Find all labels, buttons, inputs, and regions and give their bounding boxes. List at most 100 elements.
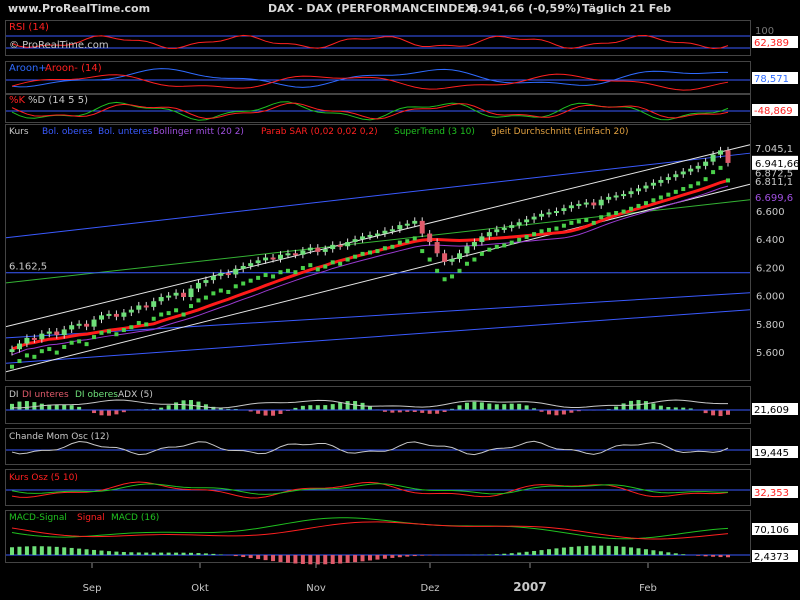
supertrend-dot <box>360 251 365 256</box>
candle-body <box>427 233 433 243</box>
candle-body <box>442 253 448 262</box>
supertrend-dot <box>330 260 335 265</box>
price-y-tick-label: 6.000 <box>756 292 785 303</box>
x-axis-label: Feb <box>639 583 657 594</box>
adx-bar <box>651 403 656 410</box>
candle-body <box>143 305 149 308</box>
stoch-last-value: -48,869 <box>754 106 793 117</box>
candle-body <box>166 295 172 298</box>
supertrend-dot <box>353 254 358 259</box>
supertrend-dot <box>599 215 604 220</box>
macd-bar <box>69 547 74 555</box>
candle-body <box>248 263 254 266</box>
macd-bar <box>24 546 29 555</box>
candle-body <box>673 174 679 178</box>
candle-body <box>621 194 627 197</box>
adx-bar <box>554 410 559 416</box>
candle-body <box>486 232 492 237</box>
candle-body <box>695 165 701 169</box>
supertrend-dot <box>711 170 716 175</box>
supertrend-dot <box>696 181 701 186</box>
rsi-scale-top: 100 <box>755 26 774 37</box>
site-link[interactable]: www.ProRealTime.com <box>8 2 150 15</box>
candle-body <box>151 301 157 307</box>
supertrend-dot <box>487 247 492 252</box>
price-title-kurs: Kurs <box>9 127 29 137</box>
supertrend-dot <box>174 308 179 313</box>
macd-bar <box>121 551 126 555</box>
candle-body <box>128 309 134 313</box>
supertrend-dot <box>450 274 455 279</box>
supertrend-dot <box>539 229 544 234</box>
supertrend-dot <box>420 249 425 254</box>
macd-bar <box>17 546 22 555</box>
macd-bar <box>241 555 246 558</box>
candle-body <box>69 325 75 330</box>
supertrend-dot <box>92 335 97 340</box>
macd-bar <box>144 552 149 555</box>
macd-bar <box>397 555 402 558</box>
candle-body <box>494 229 500 233</box>
macd-bar <box>494 554 499 555</box>
candle-body <box>270 257 276 260</box>
macd-bar <box>151 552 156 555</box>
candle-body <box>39 333 45 340</box>
price-side-label: 6.699,6 <box>755 193 793 204</box>
price-title-sar: Parab SAR (0,02 0,02 0,2) <box>261 127 378 137</box>
candle-body <box>412 220 418 224</box>
adx-bar <box>658 405 663 410</box>
adx-bar <box>271 410 276 416</box>
macd-bar <box>643 549 648 555</box>
macd-bar <box>129 552 134 555</box>
supertrend-dot <box>584 218 589 223</box>
adx-bar <box>487 403 492 410</box>
adx-bar <box>256 410 261 414</box>
supertrend-dot <box>69 340 74 345</box>
supertrend-dot <box>151 316 156 321</box>
adx-bar <box>517 403 522 410</box>
candle-body <box>188 288 194 298</box>
quote-label: 6.941,66 (-0,59%) <box>470 2 581 15</box>
adx-bar <box>99 410 104 416</box>
candle-body <box>240 265 246 269</box>
candle-body <box>591 202 597 206</box>
supertrend-dot <box>643 201 648 206</box>
price-side-label: 7.045,1 <box>755 144 793 155</box>
adx-bar <box>621 403 626 410</box>
adx-bar <box>711 410 716 416</box>
candle-body <box>419 220 425 234</box>
adx-title-di: DI <box>9 390 19 400</box>
price-title-bol-upper: Bol. oberes <box>42 127 93 137</box>
supertrend-dot <box>532 232 537 237</box>
adx-bar <box>114 410 119 415</box>
adx-bar <box>345 401 350 410</box>
macd-bar <box>726 555 730 558</box>
macd-bar <box>203 553 208 555</box>
adx-bar <box>263 410 268 416</box>
price-value-labels: 7.045,16.941,666.872,56.811,16.699,6 <box>752 144 800 204</box>
macd-bar <box>233 555 238 557</box>
candle-body <box>307 247 313 251</box>
supertrend-dot <box>121 328 126 333</box>
candle-body <box>457 253 462 259</box>
candle-body <box>397 225 403 230</box>
candle-body <box>91 319 97 327</box>
macd-bar <box>718 555 723 558</box>
candle-body <box>539 213 545 217</box>
candle-body <box>665 177 671 180</box>
adx-bar <box>457 405 462 410</box>
candle-body <box>636 188 641 192</box>
macd-bar <box>77 548 82 555</box>
candle-body <box>31 337 37 340</box>
supertrend-dot <box>524 234 529 239</box>
price-y-tick-label: 6.400 <box>756 235 785 246</box>
x-axis-label: Dez <box>420 583 439 594</box>
supertrend-dot <box>547 227 551 232</box>
macd-bar <box>323 555 328 565</box>
macd-bar <box>196 553 201 555</box>
macd-bar <box>584 545 589 555</box>
supertrend-dot <box>54 350 59 355</box>
supertrend-dot <box>435 268 440 273</box>
supertrend-dot <box>159 312 164 317</box>
candle-body <box>330 244 336 250</box>
